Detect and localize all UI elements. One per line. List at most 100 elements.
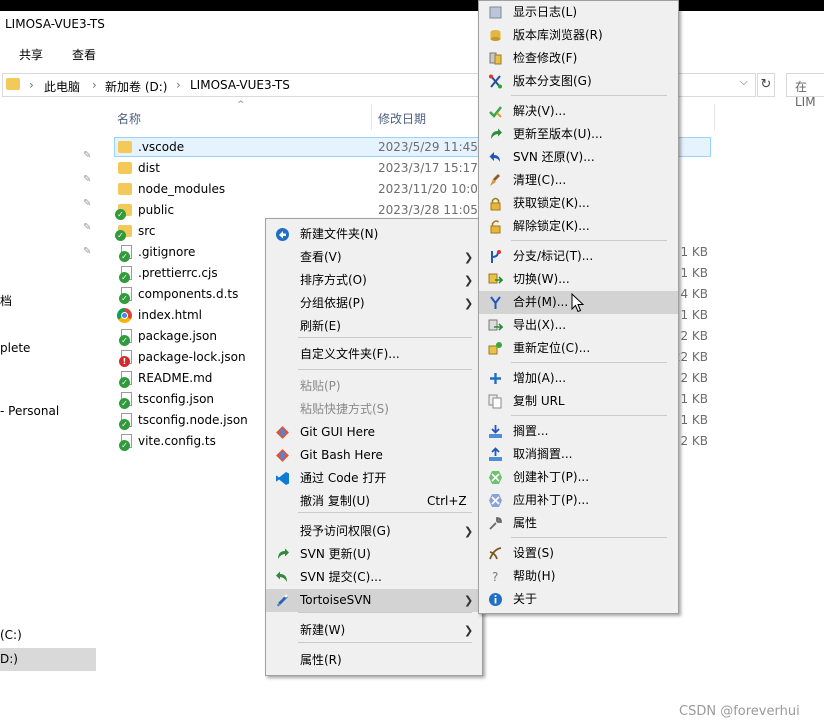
menu-separator: [298, 369, 472, 370]
svn-menu-item-21[interactable]: 属性: [479, 512, 678, 535]
svn-normal-badge-icon: ✓: [115, 209, 126, 220]
context-menu-item-5[interactable]: 自定义文件夹(F)...: [266, 343, 482, 366]
svn-menu-item-1[interactable]: 版本库浏览器(R): [479, 24, 678, 47]
context-menu-item-15[interactable]: TortoiseSVN ❯: [266, 589, 482, 612]
menu-separator: [511, 362, 667, 363]
context-menu-item-9[interactable]: Git Bash Here: [266, 444, 482, 467]
export-icon: [488, 318, 504, 333]
svn-menu-item-17[interactable]: 搁置...: [479, 420, 678, 443]
file-name[interactable]: node_modules: [138, 182, 225, 196]
ribbon-tab-view[interactable]: 查看: [72, 46, 96, 63]
context-menu-item-14[interactable]: SVN 提交(C)...: [266, 566, 482, 589]
file-name[interactable]: index.html: [138, 308, 202, 322]
submenu-arrow-icon: ❯: [464, 525, 474, 538]
revert-icon: [488, 150, 503, 165]
context-menu-label: Git GUI Here: [300, 425, 376, 439]
ribbon-tab-share[interactable]: 共享: [19, 46, 43, 63]
context-menu-item-7[interactable]: 粘贴快捷方式(S): [266, 398, 482, 421]
svn-menu-item-11[interactable]: 切换(W)...: [479, 268, 678, 291]
svn-menu-item-16[interactable]: 复制 URL: [479, 390, 678, 413]
svn-menu-item-9[interactable]: 解除锁定(K)...: [479, 215, 678, 238]
file-date: 2023/11/20 10:09: [378, 182, 486, 196]
column-divider[interactable]: [371, 104, 372, 130]
svn-menu-item-5[interactable]: 更新至版本(U)...: [479, 123, 678, 146]
context-menu-item-12[interactable]: 授予访问权限(G) ❯: [266, 520, 482, 543]
context-menu-item-10[interactable]: 通过 Code 打开: [266, 467, 482, 490]
context-menu-item-13[interactable]: SVN 更新(U): [266, 543, 482, 566]
svn-menu-item-4[interactable]: 解决(V)...: [479, 100, 678, 123]
context-menu-label: Git Bash Here: [300, 448, 383, 462]
file-name[interactable]: tsconfig.json: [138, 392, 214, 406]
svn-menu-item-7[interactable]: 清理(C)...: [479, 169, 678, 192]
context-menu-item-11[interactable]: 撤消 复制(U) Ctrl+Z: [266, 490, 482, 513]
file-name[interactable]: components.d.ts: [138, 287, 238, 301]
nav-item[interactable]: 档: [0, 292, 12, 309]
nav-item-drive-d[interactable]: D:): [0, 652, 18, 666]
breadcrumb-project[interactable]: LIMOSA-VUE3-TS: [190, 78, 290, 92]
search-input[interactable]: 在 LIM: [786, 73, 824, 109]
column-header-name[interactable]: 名称: [117, 110, 141, 127]
file-name[interactable]: src: [138, 224, 156, 238]
refresh-icon[interactable]: ↻: [757, 73, 775, 97]
nav-item[interactable]: plete: [0, 341, 30, 355]
context-menu-item-2[interactable]: 排序方式(O) ❯: [266, 269, 482, 292]
svn-menu-item-13[interactable]: 导出(X)...: [479, 314, 678, 337]
svn-menu-item-0[interactable]: 显示日志(L): [479, 1, 678, 24]
file-name[interactable]: .vscode: [138, 140, 184, 154]
svn-menu-item-14[interactable]: 重新定位(C)...: [479, 337, 678, 360]
context-menu-item-4[interactable]: 刷新(E): [266, 315, 482, 338]
file-name[interactable]: public: [138, 203, 174, 217]
breadcrumb-this-pc[interactable]: 此电脑: [44, 78, 80, 95]
file-name[interactable]: .gitignore: [138, 245, 195, 259]
file-name[interactable]: .prettierrc.cjs: [138, 266, 218, 280]
svn-menu-item-18[interactable]: 取消搁置...: [479, 443, 678, 466]
nav-item-drive-c[interactable]: (C:): [0, 628, 22, 642]
column-divider[interactable]: [714, 104, 715, 130]
file-name[interactable]: README.md: [138, 371, 212, 385]
pin-icon: ✎: [83, 246, 92, 257]
svn-menu-item-20[interactable]: 应用补丁(P)...: [479, 489, 678, 512]
context-menu-item-8[interactable]: Git GUI Here: [266, 421, 482, 444]
svn-menu-label: 获取锁定(K)...: [513, 196, 590, 210]
svn-menu-item-10[interactable]: 分支/标记(T)...: [479, 245, 678, 268]
svn-menu-item-24[interactable]: 关于: [479, 588, 678, 611]
svn-menu-item-8[interactable]: 获取锁定(K)...: [479, 192, 678, 215]
svn-menu-item-23[interactable]: ? 帮助(H): [479, 565, 678, 588]
context-menu-label: 撤消 复制(U): [300, 494, 370, 508]
submenu-arrow-icon: ❯: [464, 251, 474, 264]
svn-menu-item-15[interactable]: 增加(A)...: [479, 367, 678, 390]
file-name[interactable]: package-lock.json: [138, 350, 246, 364]
svn-menu-item-19[interactable]: 创建补丁(P)...: [479, 466, 678, 489]
svn-menu-label: 增加(A)...: [513, 371, 567, 385]
folder-icon: ✓: [115, 204, 132, 220]
svn-menu-item-6[interactable]: SVN 还原(V)...: [479, 146, 678, 169]
context-menu-item-6[interactable]: 粘贴(P): [266, 375, 482, 398]
svn-menu-label: 关于: [513, 592, 538, 606]
file-name[interactable]: package.json: [138, 329, 217, 343]
file-name[interactable]: tsconfig.node.json: [138, 413, 248, 427]
column-header-date[interactable]: 修改日期: [378, 110, 426, 127]
context-menu-label: TortoiseSVN: [300, 593, 372, 607]
switch-icon: [488, 272, 504, 287]
svn-menu-label: 分支/标记(T)...: [513, 249, 594, 263]
breadcrumb-separator-icon: ›: [176, 78, 181, 92]
context-menu-item-16[interactable]: 新建(W) ❯: [266, 619, 482, 642]
context-menu-item-1[interactable]: 查看(V) ❯: [266, 246, 482, 269]
breadcrumb-drive-d[interactable]: 新加卷 (D:): [105, 78, 167, 95]
context-menu-item-17[interactable]: 属性(R): [266, 649, 482, 672]
lock-icon: [488, 196, 503, 211]
file-name[interactable]: dist: [138, 161, 160, 175]
context-menu-label: 粘贴(P): [300, 379, 341, 393]
svn-menu-label: 应用补丁(P)...: [513, 493, 590, 507]
svn-menu-item-2[interactable]: 检查修改(F): [479, 47, 678, 70]
context-menu-item-3[interactable]: 分组依据(P) ❯: [266, 292, 482, 315]
svn-menu-item-3[interactable]: 版本分支图(G): [479, 70, 678, 93]
chevron-down-icon[interactable]: ⌵: [740, 77, 748, 88]
svn-menu-item-22[interactable]: 设置(S): [479, 542, 678, 565]
context-menu-item-0[interactable]: 新建文件夹(N): [266, 223, 482, 246]
file-name[interactable]: vite.config.ts: [138, 434, 216, 448]
nav-item[interactable]: - Personal: [0, 404, 59, 418]
file-date: 2023/3/17 15:17: [378, 161, 478, 175]
svn-menu-label: 复制 URL: [513, 394, 565, 408]
file-icon: ✓: [119, 434, 132, 451]
